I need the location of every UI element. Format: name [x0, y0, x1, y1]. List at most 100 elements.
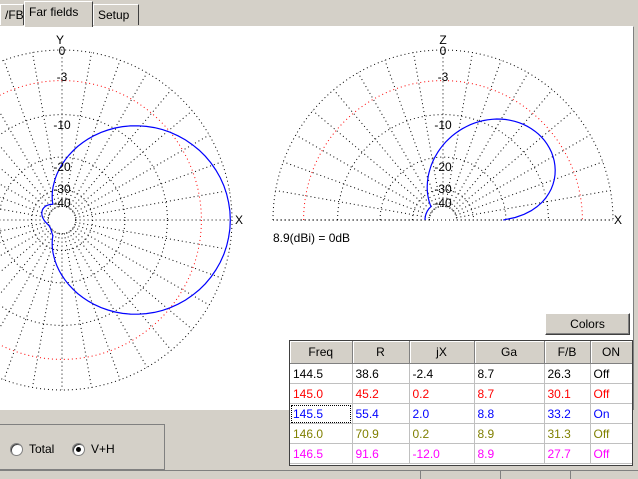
table-cell[interactable]: On: [590, 403, 632, 424]
table-cell[interactable]: 145.5: [290, 403, 353, 424]
table-cell[interactable]: 91.6: [352, 443, 410, 464]
ring-label-10: -10: [53, 118, 71, 132]
ring-label-40: -40: [53, 196, 71, 210]
table-cell[interactable]: 0.2: [409, 423, 475, 444]
radio-vh-dot[interactable]: [72, 443, 85, 457]
grid-spoke: [0, 183, 51, 214]
table-cell[interactable]: Off: [590, 423, 632, 444]
ring-label-30: -30: [53, 182, 71, 196]
table-cell[interactable]: 33.2: [544, 403, 591, 424]
table-cell[interactable]: 144.5: [290, 363, 353, 384]
grid-spoke: [449, 72, 529, 209]
tab-far-fields-label: Far fields: [29, 5, 79, 19]
grid-spoke: [0, 167, 52, 212]
col-header-on[interactable]: ON: [590, 341, 632, 364]
table-cell[interactable]: -12.0: [409, 443, 475, 464]
grid-header-row: Freq R jX Ga F/B ON: [290, 341, 632, 364]
grid-spoke: [451, 89, 553, 210]
table-row[interactable]: 144.5 38.6 -2.4 8.7 26.3 Off: [290, 363, 632, 384]
grid-spoke: [74, 224, 222, 279]
table-row[interactable]: 145.0 45.2 0.2 8.7 30.1 Off: [290, 383, 632, 404]
table-cell[interactable]: 26.3: [544, 363, 591, 384]
table-cell[interactable]: 8.7: [474, 383, 545, 404]
colors-button-label: Colors: [570, 317, 605, 331]
tab-far-fields[interactable]: Far fields: [24, 1, 93, 27]
tab-fb[interactable]: /FB: [0, 4, 24, 25]
table-cell[interactable]: 8.8: [474, 403, 545, 424]
radio-vh[interactable]: V+H: [72, 442, 115, 458]
ring-label-0: 0: [59, 44, 66, 58]
grid-spoke: [63, 233, 93, 388]
grid-spoke: [312, 110, 433, 212]
ring-label-10-right: -10: [434, 118, 452, 132]
grid-spoke: [333, 89, 435, 210]
ring-label-20-right: -20: [434, 160, 452, 174]
grid-spoke: [74, 161, 222, 216]
grid-spoke: [0, 226, 51, 257]
table-cell[interactable]: 145.0: [290, 383, 353, 404]
grid-spoke: [454, 134, 591, 214]
table-cell[interactable]: 146.0: [290, 423, 353, 444]
grid-spoke: [357, 72, 437, 209]
grid-spoke: [455, 161, 603, 216]
radio-total-dot[interactable]: [10, 443, 23, 457]
table-row[interactable]: 145.5 55.4 2.0 8.8 33.2 On: [290, 403, 632, 424]
table-cell[interactable]: 2.0: [409, 403, 475, 424]
table-row[interactable]: 146.0 70.9 0.2 8.9 31.3 Off: [290, 423, 632, 444]
left-axis-x-label: X: [235, 213, 243, 227]
grid-spoke: [453, 110, 574, 212]
table-cell[interactable]: 0.2: [409, 383, 475, 404]
plot-labels: Y X Z X 0 -3 -10 -20 -30 -40 0 -3 -10 -2…: [53, 33, 622, 245]
grid-spoke: [3, 232, 58, 380]
table-cell[interactable]: -2.4: [409, 363, 475, 384]
grid-spoke: [295, 134, 432, 214]
grid-spoke: [456, 189, 611, 219]
table-cell[interactable]: 8.9: [474, 423, 545, 444]
radio-vh-label: V+H: [91, 442, 115, 456]
table-cell[interactable]: 30.1: [544, 383, 591, 404]
grid-ring: [47, 205, 77, 235]
grid-spoke: [68, 72, 148, 209]
table-cell[interactable]: 31.3: [544, 423, 591, 444]
tab-fb-label: /FB: [5, 8, 24, 22]
table-row[interactable]: 146.5 91.6 -12.0 8.9 27.7 Off: [290, 443, 632, 464]
col-header-jx[interactable]: jX: [409, 341, 475, 364]
col-header-freq[interactable]: Freq: [290, 341, 353, 364]
radio-total-label: Total: [29, 442, 55, 456]
grid-spoke: [73, 226, 210, 306]
grid-spoke: [0, 111, 56, 209]
ring-label-3: -3: [57, 70, 68, 84]
colors-button[interactable]: Colors: [545, 313, 630, 335]
table-cell[interactable]: 45.2: [352, 383, 410, 404]
grid-spoke: [384, 60, 439, 208]
table-cell[interactable]: 8.9: [474, 443, 545, 464]
grid-spoke: [75, 221, 230, 251]
grid-spoke: [66, 60, 121, 208]
table-cell[interactable]: 55.4: [352, 403, 410, 424]
grid-ring: [0, 156, 126, 284]
table-cell[interactable]: 38.6: [352, 363, 410, 384]
grid-spoke: [0, 228, 52, 273]
grid-spoke: [0, 221, 49, 232]
table-cell[interactable]: Off: [590, 363, 632, 384]
col-header-r[interactable]: R: [352, 341, 410, 364]
table-cell[interactable]: 8.7: [474, 363, 545, 384]
results-grid: Freq R jX Ga F/B ON 144.5 38.6 -2.4 8.7 26.3…: [289, 340, 633, 466]
gain-reference-text: 8.9(dBi) = 0dB: [273, 231, 350, 245]
reference-ring: [0, 80, 202, 360]
ring-label-30-right: -30: [434, 182, 452, 196]
col-header-ga[interactable]: Ga: [474, 341, 545, 364]
radio-total[interactable]: Total: [10, 442, 54, 458]
table-cell[interactable]: Off: [590, 443, 632, 464]
grid-spoke: [0, 231, 56, 329]
table-cell[interactable]: Off: [590, 383, 632, 404]
grid-spoke: [3, 60, 58, 208]
col-header-fb[interactable]: F/B: [544, 341, 591, 364]
ring-label-0-right: 0: [440, 44, 447, 58]
table-cell[interactable]: 27.7: [544, 443, 591, 464]
tab-strip: /FB Far fields Setup: [0, 0, 638, 27]
tab-setup[interactable]: Setup: [93, 4, 139, 25]
table-cell[interactable]: 70.9: [352, 423, 410, 444]
grid-spoke: [66, 232, 121, 380]
table-cell[interactable]: 146.5: [290, 443, 353, 464]
